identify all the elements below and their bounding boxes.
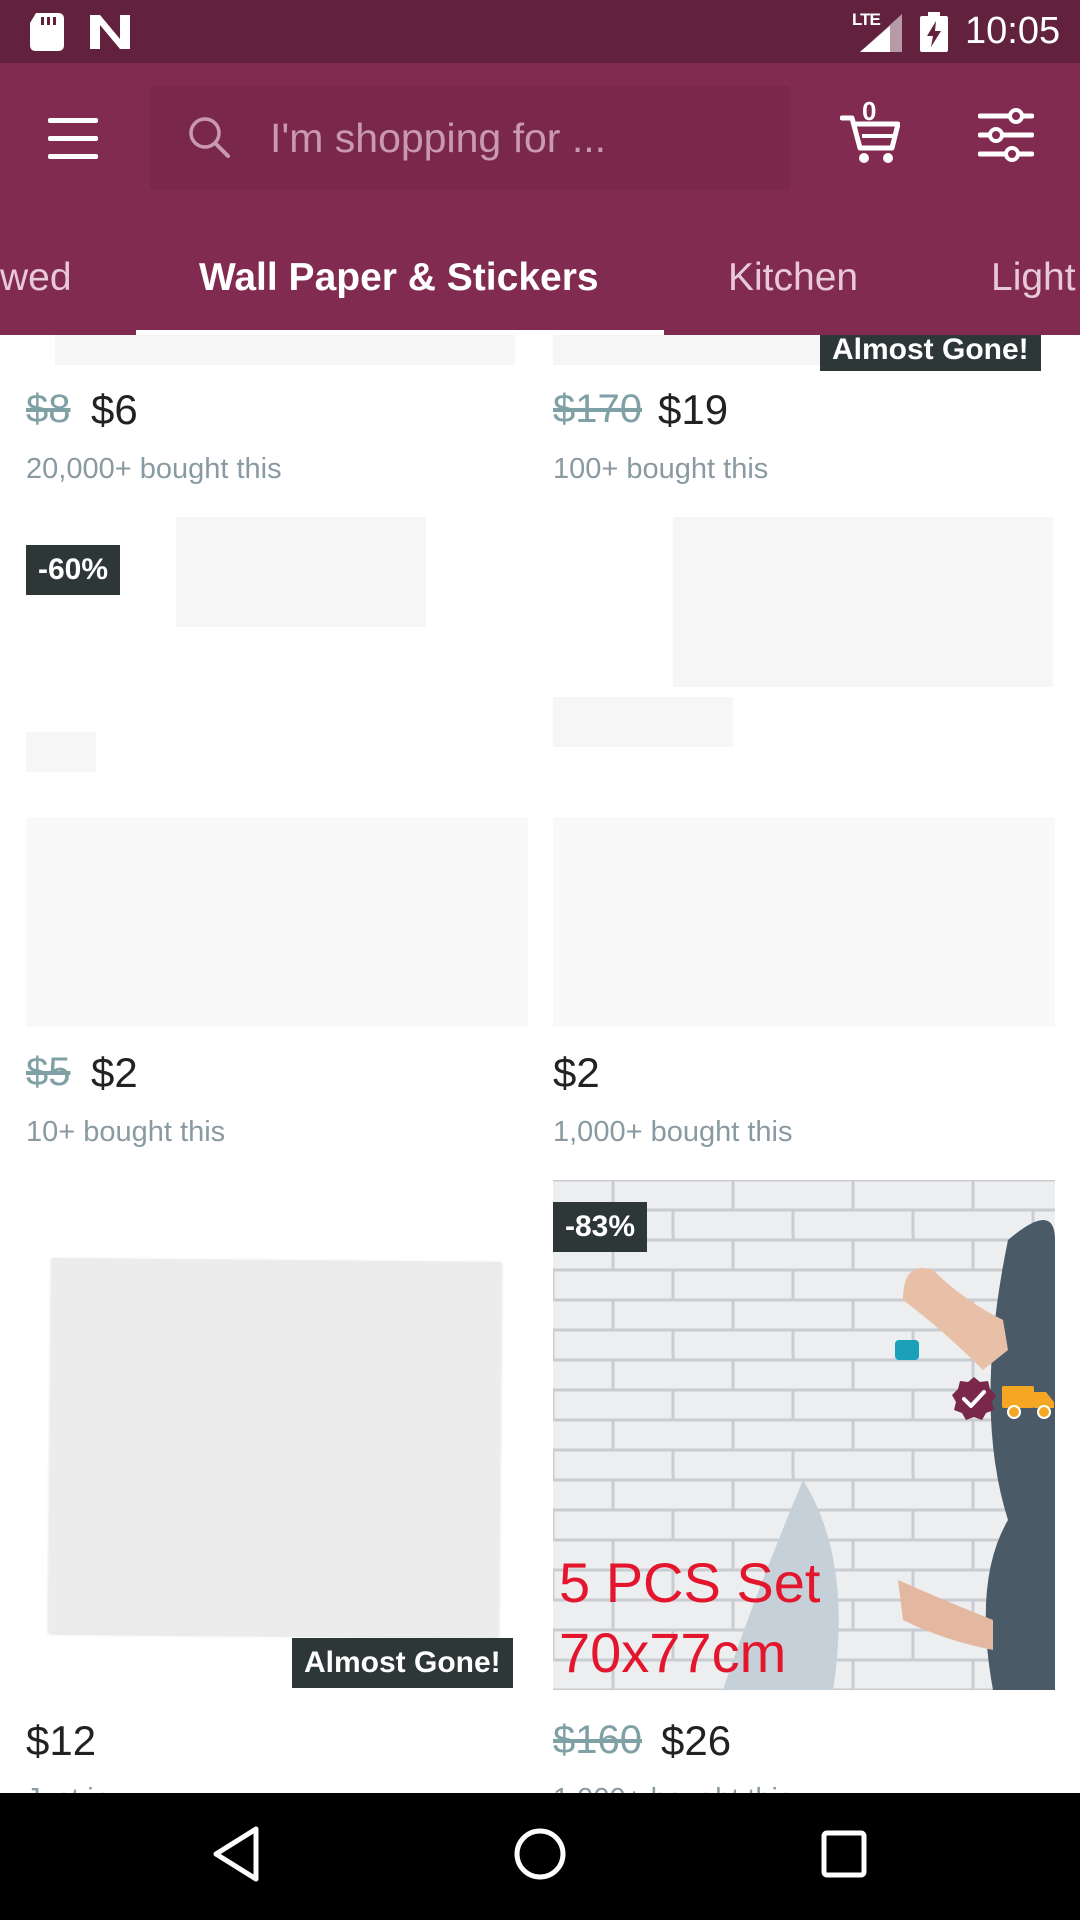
- bought-count: Just in: [26, 1783, 110, 1793]
- discount-badge: -83%: [553, 1202, 648, 1252]
- cart-count-badge: 0: [862, 96, 877, 126]
- product-image-brick-wallpaper[interactable]: -83% 5 PCS Set 70x77cm: [553, 1180, 1055, 1690]
- search-input[interactable]: [270, 108, 770, 168]
- product-card[interactable]: -60%: [26, 517, 528, 1027]
- original-price: $8: [26, 387, 71, 431]
- menu-button[interactable]: [40, 112, 106, 164]
- bought-count: 1,000+ bought this: [553, 1783, 792, 1793]
- sale-price: $19: [658, 386, 729, 433]
- sale-price: $2: [91, 1049, 138, 1096]
- category-tabs: wed Wall Paper & Stickers Kitchen Light: [0, 240, 1080, 335]
- product-image[interactable]: [553, 335, 833, 365]
- verified-seller-icon: [952, 1377, 996, 1420]
- original-price: $160: [553, 1718, 642, 1762]
- product-image-wall-panel[interactable]: [48, 1258, 502, 1637]
- tab-wall-paper-stickers[interactable]: Wall Paper & Stickers: [199, 256, 599, 300]
- image-overlay-text: 70x77cm: [559, 1621, 787, 1684]
- image-overlay-text: 5 PCS Set: [559, 1551, 821, 1614]
- battery-charging-icon: [920, 12, 948, 52]
- original-price: $5: [26, 1050, 71, 1094]
- sale-price: $12: [26, 1717, 97, 1764]
- tab-kitchen[interactable]: Kitchen: [728, 256, 858, 300]
- tab-wed[interactable]: wed: [0, 256, 72, 300]
- search-icon: [189, 117, 230, 158]
- clock: 10:05: [965, 10, 1061, 52]
- signal-icon: [860, 14, 902, 52]
- sale-price: $26: [661, 1717, 732, 1764]
- system-navigation-bar: [0, 1793, 1080, 1920]
- product-card[interactable]: [553, 517, 1055, 1027]
- tab-light[interactable]: Light: [991, 256, 1076, 300]
- product-grid: Almost Gone! $8 $6 20,000+ bought this $…: [0, 335, 1080, 1793]
- recent-apps-icon[interactable]: [820, 1827, 868, 1881]
- almost-gone-badge: Almost Gone!: [292, 1638, 513, 1688]
- bought-count: 1,000+ bought this: [553, 1116, 793, 1148]
- original-price: $170: [553, 387, 642, 431]
- sale-price: $6: [91, 386, 138, 433]
- bought-count: 10+ bought this: [26, 1116, 226, 1148]
- n-notification-icon: [90, 15, 130, 49]
- hamburger-menu-icon: [48, 118, 98, 123]
- product-image[interactable]: [55, 335, 515, 365]
- back-icon[interactable]: [210, 1825, 262, 1883]
- sale-price: $2: [553, 1049, 600, 1096]
- home-icon[interactable]: [514, 1825, 566, 1883]
- fast-shipping-truck-icon: [1002, 1386, 1054, 1419]
- bought-count: 20,000+ bought this: [26, 453, 282, 485]
- filter-sliders-icon[interactable]: [978, 108, 1034, 162]
- status-bar: LTE 10:05: [0, 0, 1080, 63]
- almost-gone-badge: Almost Gone!: [820, 335, 1041, 371]
- bought-count: 100+ bought this: [553, 453, 769, 485]
- search-bar[interactable]: [150, 86, 790, 190]
- discount-badge: -60%: [26, 545, 121, 595]
- sd-card-icon: [30, 13, 64, 51]
